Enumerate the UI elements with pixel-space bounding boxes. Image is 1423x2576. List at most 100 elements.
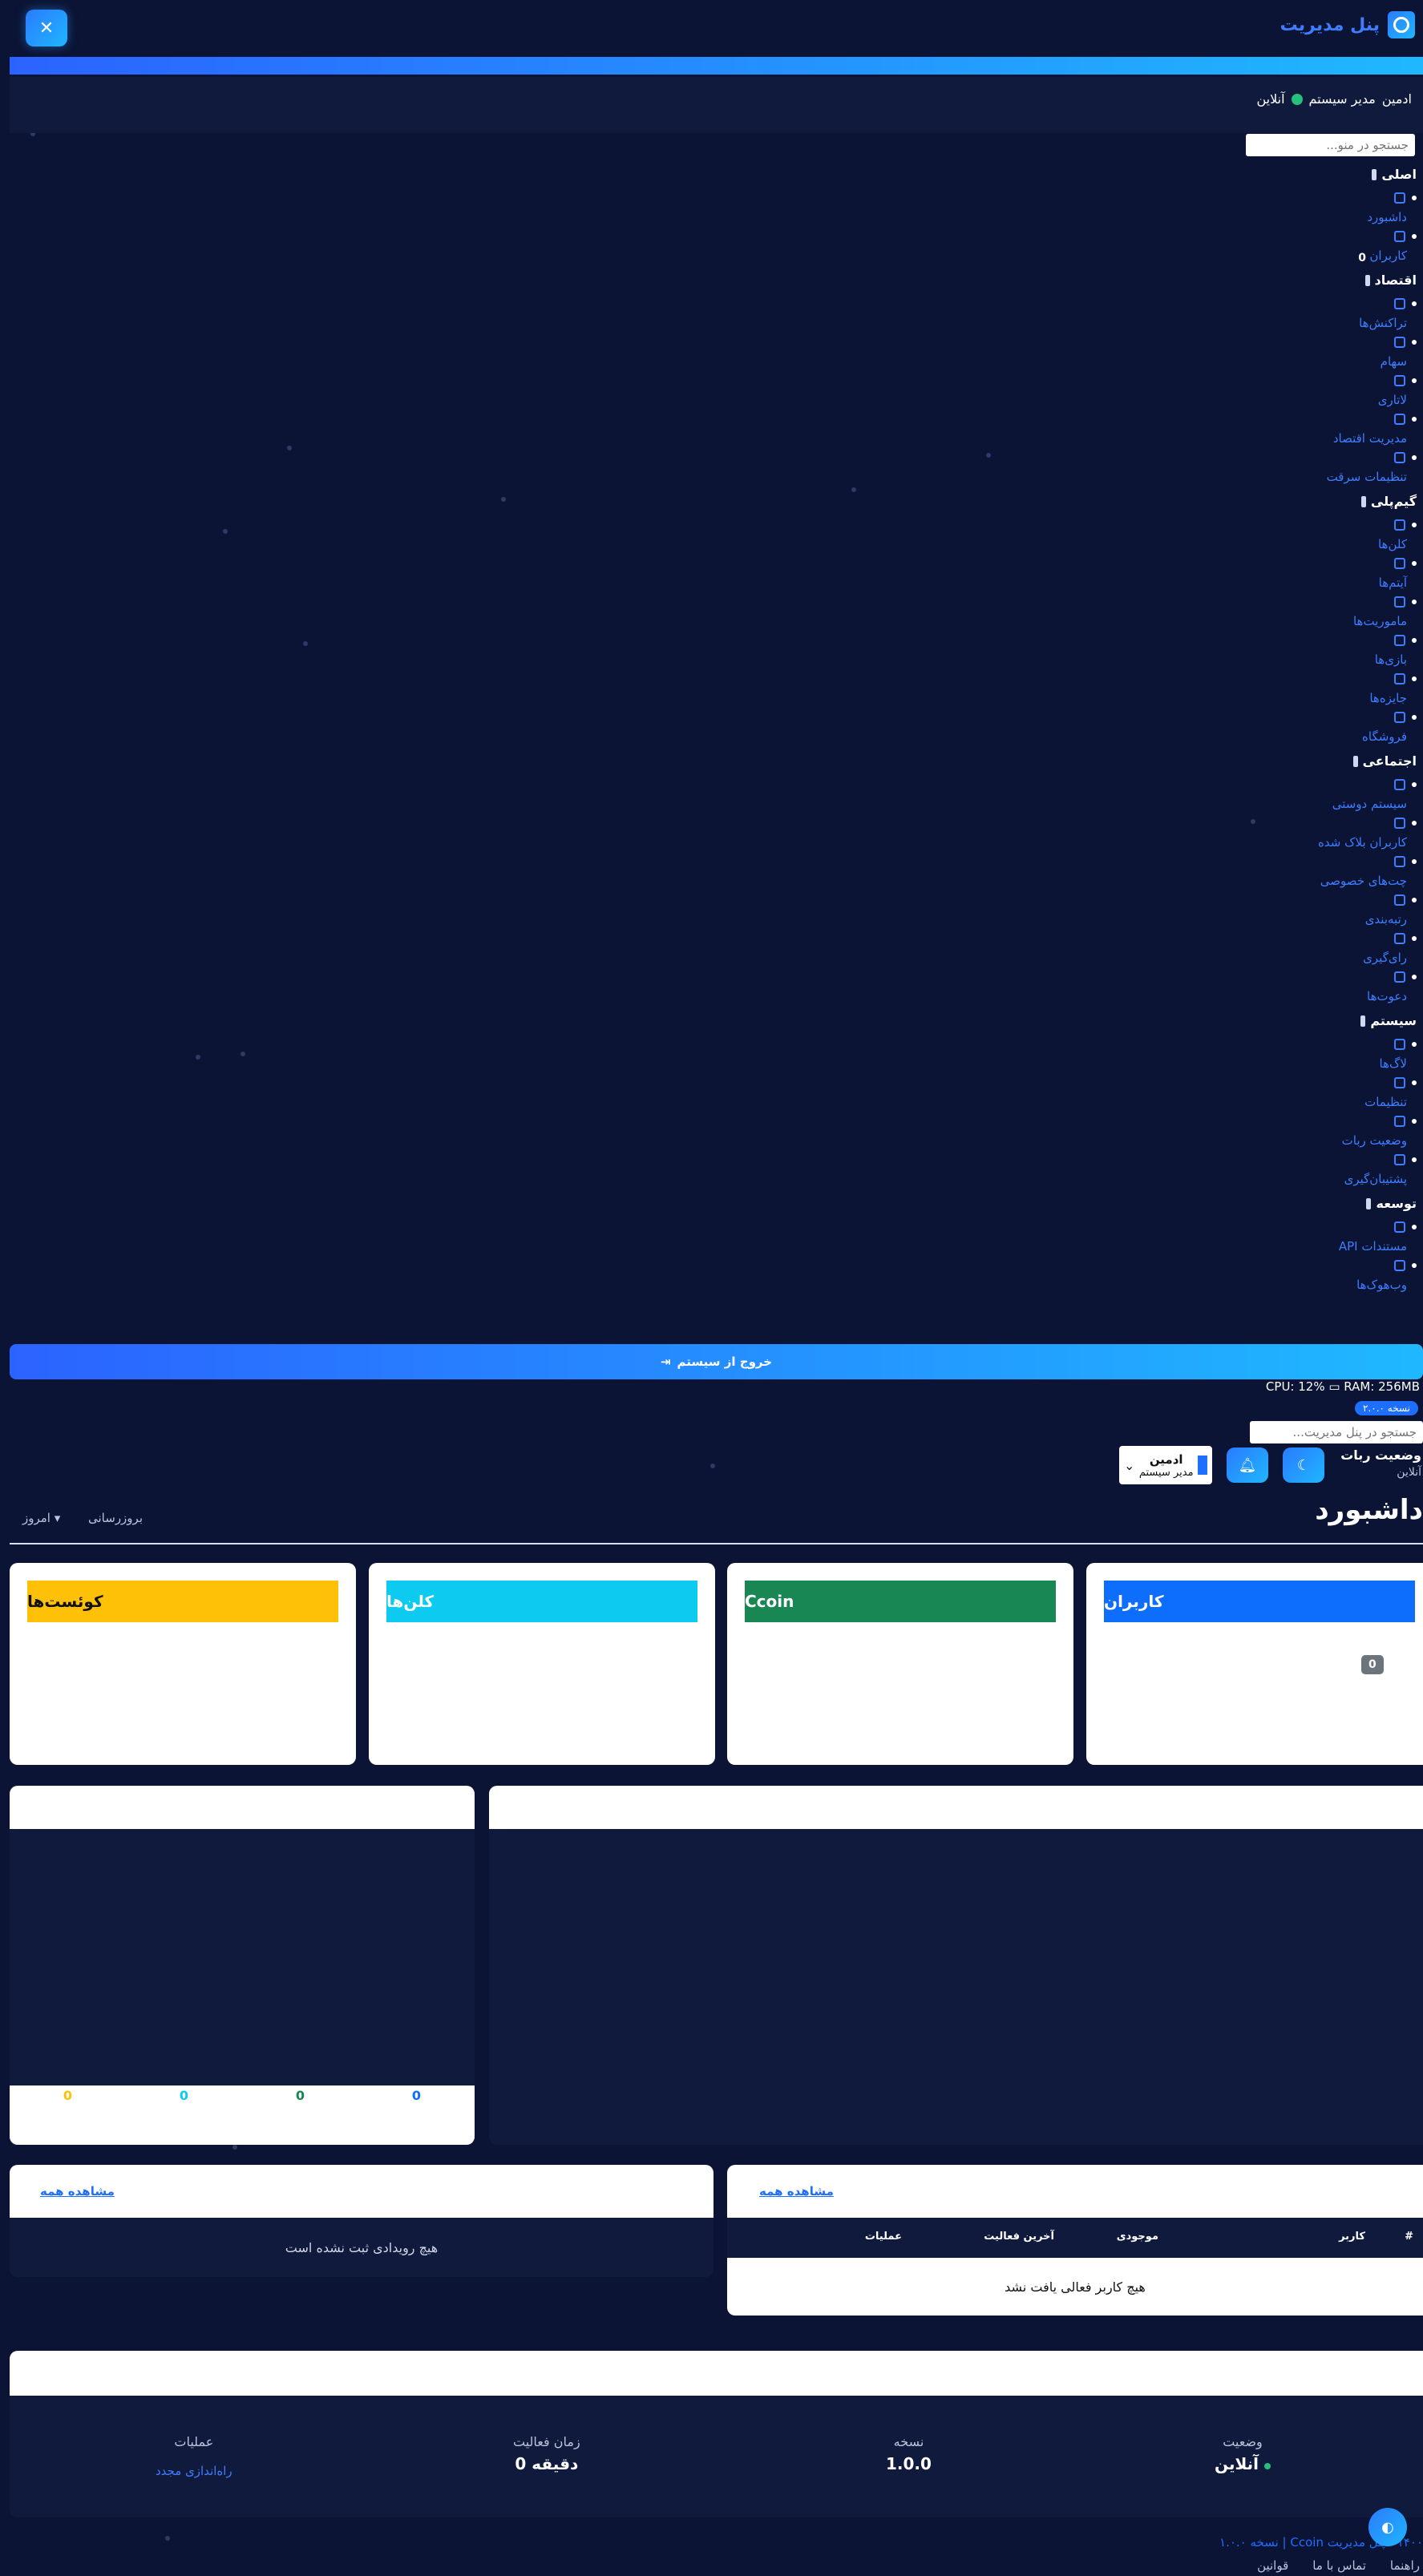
sidebar-section-label: سیستم (1370, 1013, 1417, 1028)
user-block-icon (1394, 818, 1405, 829)
version-column: نسخه 1.0.0 (886, 2434, 932, 2473)
close-sidebar-button[interactable]: ✕ (26, 10, 67, 46)
menu-search-input[interactable] (1246, 134, 1415, 156)
footer-links: راهنما تماس با ما قوانین (1257, 2558, 1420, 2573)
sidebar-item-1-0[interactable]: تراکنش‌ها (1359, 316, 1407, 330)
sidebar-item-4-1[interactable]: تنظیمات (1364, 1095, 1407, 1109)
sidebar-item-3-2[interactable]: چت‌های خصوصی (1320, 874, 1407, 888)
gamepad-icon (1394, 635, 1405, 646)
floating-action-button[interactable]: ◐ (1368, 2508, 1407, 2546)
bullet (1412, 455, 1417, 460)
sidebar-item-4-0[interactable]: لاگ‌ها (1380, 1056, 1407, 1071)
stat-card-header: کلن‌ها (386, 1581, 697, 1622)
sidebar-item-1-1[interactable]: سهام (1381, 354, 1407, 369)
sidebar-item-0-0[interactable]: داشبورد (1367, 210, 1407, 224)
sidebar-item-5-1[interactable]: وب‌هوک‌ها (1356, 1278, 1407, 1292)
bullet (1412, 301, 1417, 306)
bg-dot (501, 497, 506, 502)
bg-dot (303, 641, 308, 646)
vote-icon (1394, 933, 1405, 944)
trophy-icon (1394, 894, 1405, 906)
sidebar-item-1-3[interactable]: مدیریت اقتصاد (1333, 431, 1407, 446)
task-icon (1394, 596, 1405, 608)
sidebar-section-title: توسعه (1366, 1196, 1417, 1211)
theme-toggle-button[interactable]: ☾ (1283, 1447, 1324, 1483)
column-header: کاربر (1339, 2231, 1365, 2243)
sidebar-item-2-0[interactable]: کلن‌ها (1378, 537, 1407, 551)
sidebar-item-icon-row (1394, 933, 1417, 944)
sidebar-item-4-2[interactable]: وضعیت ربات (1342, 1133, 1407, 1148)
sidebar-section-title: اجتماعی (1352, 753, 1417, 769)
wallet-icon (1394, 414, 1405, 425)
stat-card-title: Ccoin (745, 1592, 794, 1611)
footer-link-contact[interactable]: تماس با ما (1312, 2558, 1366, 2573)
sidebar-item-icon-row (1394, 971, 1417, 983)
system-status-card: وضعیت آنلاین نسخه 1.0.0 زمان فعالیت 0 دق… (10, 2351, 1423, 2517)
sidebar-item-0-1[interactable]: کاربران (1369, 248, 1407, 263)
users-view-all-link[interactable]: مشاهده همه (759, 2184, 834, 2198)
main-search-input[interactable] (1250, 1421, 1423, 1443)
uptime-value: 0 دقیقه (515, 2454, 579, 2473)
sidebar-item-5-0[interactable]: مستندات API (1339, 1239, 1407, 1254)
period-dropdown[interactable]: امروز ▾ (22, 1511, 60, 1525)
sidebar-item-icon-row (1394, 1154, 1417, 1165)
bg-dot (710, 1464, 715, 1468)
bullet (1412, 561, 1417, 566)
footer-link-help[interactable]: راهنما (1390, 2558, 1420, 2573)
sidebar-item-1-2[interactable]: لاتاری (1378, 393, 1407, 407)
sidebar-item-3-3[interactable]: رتبه‌بندی (1365, 912, 1407, 927)
flag-icon (1394, 519, 1405, 531)
title-divider (10, 1543, 1423, 1544)
sidebar-item-4-3[interactable]: پشتیبان‌گیری (1344, 1172, 1407, 1186)
sidebar-item-2-2[interactable]: ماموریت‌ها (1353, 614, 1407, 628)
chart-card-header (489, 1786, 1423, 1829)
sidebar-item-icon-row (1394, 337, 1417, 348)
sidebar-item-2-5[interactable]: فروشگاه (1362, 729, 1407, 744)
status-value: آنلاین (1215, 2454, 1271, 2473)
active-users-card: مشاهده همه # کاربر موجودی آخرین فعالیت ع… (727, 2165, 1423, 2316)
side-chart-card: 0 0 0 0 (10, 1786, 475, 2145)
status-column: وضعیت آنلاین (1215, 2434, 1271, 2473)
users-empty-state: هیچ کاربر فعالی یافت نشد (727, 2258, 1423, 2316)
status-card-header (10, 2351, 1423, 2396)
events-empty-text: هیچ رویدادی ثبت نشده است (285, 2239, 439, 2255)
refresh-button[interactable]: بروزرسانی (88, 1511, 143, 1525)
bullet (1412, 1119, 1417, 1124)
events-view-all-link[interactable]: مشاهده همه (40, 2184, 115, 2198)
sidebar-item-1-4[interactable]: تنظیمات سرقت (1327, 470, 1407, 484)
backup-icon (1394, 1154, 1405, 1165)
online-dot-icon (1291, 93, 1303, 105)
bullet (1412, 638, 1417, 643)
sidebar-item-3-4[interactable]: رای‌گیری (1363, 951, 1407, 965)
sidebar-accent-bar (10, 57, 1423, 75)
sidebar-item-icon-row (1394, 894, 1417, 906)
brand[interactable]: پنل مدیریت (1280, 11, 1415, 38)
column-header: آخرین فعالیت (984, 2231, 1054, 2243)
sidebar-item-icon-row (1394, 856, 1417, 867)
sidebar-item-2-4[interactable]: جایزه‌ها (1369, 691, 1407, 705)
sidebar-item-icon-row (1394, 375, 1417, 386)
sidebar-item-2-3[interactable]: بازی‌ها (1375, 652, 1407, 667)
bg-dot (1251, 819, 1255, 824)
sidebar-item-3-5[interactable]: دعوت‌ها (1367, 989, 1407, 1003)
close-icon: ✕ (38, 18, 55, 38)
bullet (1412, 600, 1417, 604)
sidebar-item-3-1[interactable]: کاربران بلاک شده (1318, 835, 1407, 850)
logout-button[interactable]: خروج از سیستم ⇥ (10, 1344, 1423, 1379)
section-icon (1366, 1197, 1372, 1209)
users-card-header: مشاهده همه (727, 2165, 1423, 2218)
user-role: مدیر سیستم (1308, 91, 1376, 107)
swap-icon (1394, 298, 1405, 309)
sidebar-section-title: گیم‌پلی (1360, 494, 1417, 509)
notifications-button[interactable]: 🔔︎ (1227, 1447, 1268, 1483)
footer-link-rules[interactable]: قوانین (1257, 2558, 1288, 2573)
stat-card-header: کوئست‌ها (27, 1581, 338, 1622)
sidebar-item-2-1[interactable]: آیتم‌ها (1379, 575, 1407, 590)
user-menu-dropdown[interactable]: ⌄ ادمین مدیر سیستم (1119, 1446, 1212, 1484)
sidebar-item-icon-row (1394, 1221, 1417, 1233)
sidebar-item-3-0[interactable]: سیستم دوستی (1332, 797, 1407, 811)
bullet (1412, 898, 1417, 902)
home-icon (1394, 192, 1405, 204)
bg-dot (986, 453, 991, 458)
restart-link[interactable]: راه‌اندازی مجدد (156, 2464, 232, 2478)
